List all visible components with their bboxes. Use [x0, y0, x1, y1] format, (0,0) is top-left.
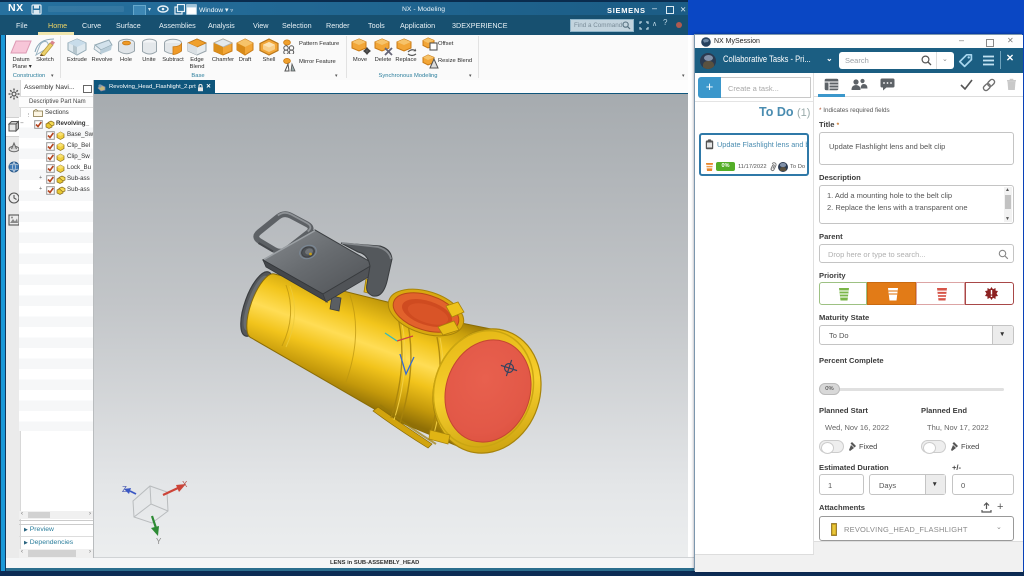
svg-text:Z: Z	[122, 485, 127, 494]
svg-text:Y: Y	[156, 537, 162, 546]
svg-text:X: X	[182, 480, 188, 489]
